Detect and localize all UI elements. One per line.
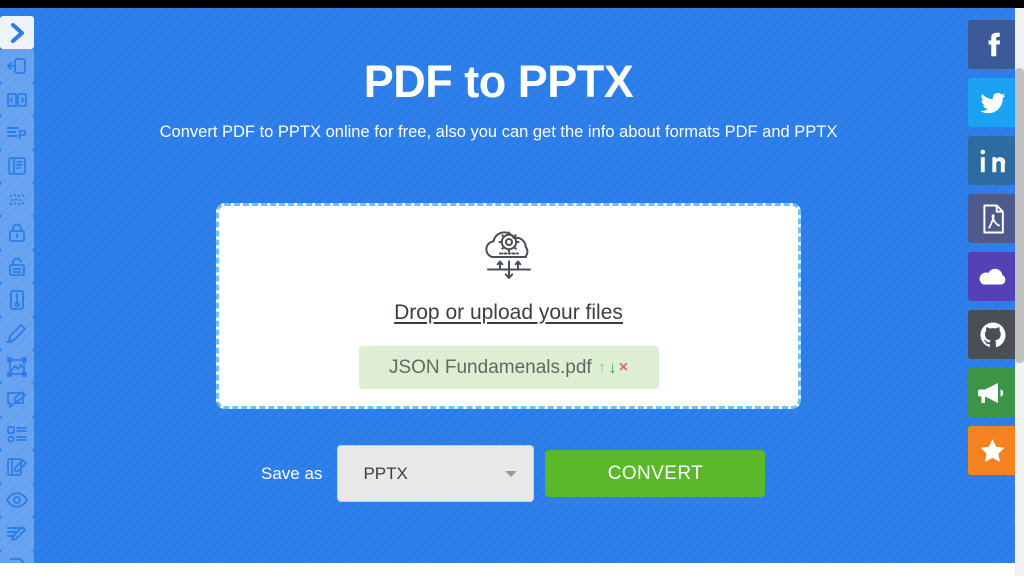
toolbar-item-export[interactable] bbox=[0, 49, 34, 83]
toolbar-item-ocr[interactable] bbox=[0, 183, 34, 217]
left-toolbar: P bbox=[0, 16, 36, 563]
share-github-button[interactable] bbox=[968, 310, 1017, 359]
toolbar-item-edit[interactable] bbox=[0, 316, 34, 351]
conversion-controls: Save as PPTX CONVERT bbox=[261, 445, 766, 502]
toolbar-item-search-document[interactable] bbox=[0, 550, 34, 563]
save-as-label: Save as bbox=[261, 463, 323, 483]
share-cloud-button[interactable] bbox=[968, 252, 1017, 301]
file-dropzone[interactable]: Drop or upload your files JSON Fundamena… bbox=[216, 203, 801, 409]
read-document-icon bbox=[5, 154, 29, 178]
browser-top-bar bbox=[0, 0, 1024, 8]
toolbar-item-split[interactable] bbox=[0, 82, 34, 117]
scrollbar-thumb[interactable] bbox=[1015, 68, 1024, 363]
chevron-right-icon bbox=[5, 21, 29, 45]
crop-image-icon bbox=[5, 355, 29, 379]
pdf-file-icon bbox=[978, 203, 1008, 235]
toolbar-item-sign[interactable] bbox=[0, 450, 34, 484]
convert-to-powerpoint-icon: P bbox=[5, 121, 29, 145]
toolbar-item-edit-text[interactable] bbox=[0, 517, 34, 551]
uploaded-file-chip: JSON Fundamenals.pdf ↑ ↓ × bbox=[358, 346, 659, 389]
toolbar-item-form-fill[interactable] bbox=[0, 416, 34, 451]
annotate-comment-icon bbox=[5, 388, 29, 412]
twitter-icon bbox=[978, 88, 1008, 118]
megaphone-icon bbox=[977, 379, 1008, 407]
compress-file-icon bbox=[5, 288, 29, 312]
toolbar-item-view[interactable] bbox=[0, 483, 34, 518]
toolbar-item-to-powerpoint[interactable]: P bbox=[0, 116, 34, 150]
share-pdf-button[interactable] bbox=[968, 194, 1017, 243]
share-megaphone-button[interactable] bbox=[968, 368, 1017, 417]
share-facebook-button[interactable] bbox=[968, 20, 1017, 69]
page-background: P PDF to PPTX Convert PDF to PPTX online… bbox=[0, 8, 1024, 563]
search-document-icon bbox=[5, 555, 29, 563]
share-twitter-button[interactable] bbox=[968, 78, 1017, 127]
edit-pencil-icon bbox=[5, 321, 29, 345]
app-root: P PDF to PPTX Convert PDF to PPTX online… bbox=[0, 0, 1024, 576]
toolbar-item-read[interactable] bbox=[0, 149, 34, 184]
file-name: JSON Fundamenals.pdf bbox=[388, 356, 592, 378]
format-select[interactable]: PPTX bbox=[337, 445, 535, 502]
remove-file-icon[interactable]: × bbox=[619, 359, 628, 376]
social-share-rail bbox=[968, 20, 1017, 475]
toolbar-item-crop-image[interactable] bbox=[0, 350, 34, 384]
dropzone-label[interactable]: Drop or upload your files bbox=[394, 301, 623, 325]
page-scrollbar[interactable] bbox=[1015, 8, 1024, 576]
export-sign-out-icon bbox=[5, 54, 29, 78]
page-subtitle: Convert PDF to PPTX online for free, als… bbox=[159, 123, 838, 141]
edit-text-icon bbox=[5, 522, 29, 546]
main-content: PDF to PPTX Convert PDF to PPTX online f… bbox=[36, 8, 988, 563]
toolbar-item-compress[interactable] bbox=[0, 283, 34, 317]
move-file-down-icon[interactable]: ↓ bbox=[608, 359, 617, 376]
lock-open-icon bbox=[5, 255, 29, 279]
sign-document-icon bbox=[5, 455, 29, 479]
share-linkedin-button[interactable] bbox=[968, 136, 1017, 185]
chevron-down-icon bbox=[505, 470, 518, 477]
form-fill-icon bbox=[5, 422, 29, 446]
page-bottom-strip bbox=[0, 563, 1024, 576]
convert-button[interactable]: CONVERT bbox=[545, 450, 766, 497]
share-favorite-button[interactable] bbox=[968, 426, 1017, 475]
toolbar-item-annotate[interactable] bbox=[0, 383, 34, 417]
toolbar-item-chevron-right[interactable] bbox=[0, 16, 34, 50]
ocr-dots-icon bbox=[5, 188, 29, 212]
eye-view-icon bbox=[5, 488, 29, 512]
github-icon bbox=[978, 320, 1008, 350]
split-book-icon bbox=[5, 88, 29, 112]
facebook-icon bbox=[978, 30, 1008, 60]
linkedin-icon bbox=[978, 146, 1008, 176]
page-title: PDF to PPTX bbox=[363, 56, 634, 107]
file-actions: ↑ ↓ × bbox=[598, 359, 628, 376]
cloud-gear-upload-icon bbox=[478, 228, 540, 289]
move-file-up-icon[interactable]: ↑ bbox=[598, 359, 607, 376]
toolbar-item-unlock[interactable] bbox=[0, 249, 34, 284]
toolbar-item-protect[interactable] bbox=[0, 216, 34, 250]
svg-text:P: P bbox=[18, 127, 27, 142]
cloud-icon bbox=[977, 265, 1009, 289]
lock-closed-icon bbox=[5, 221, 29, 245]
format-select-value: PPTX bbox=[363, 463, 408, 483]
star-icon bbox=[977, 436, 1008, 466]
